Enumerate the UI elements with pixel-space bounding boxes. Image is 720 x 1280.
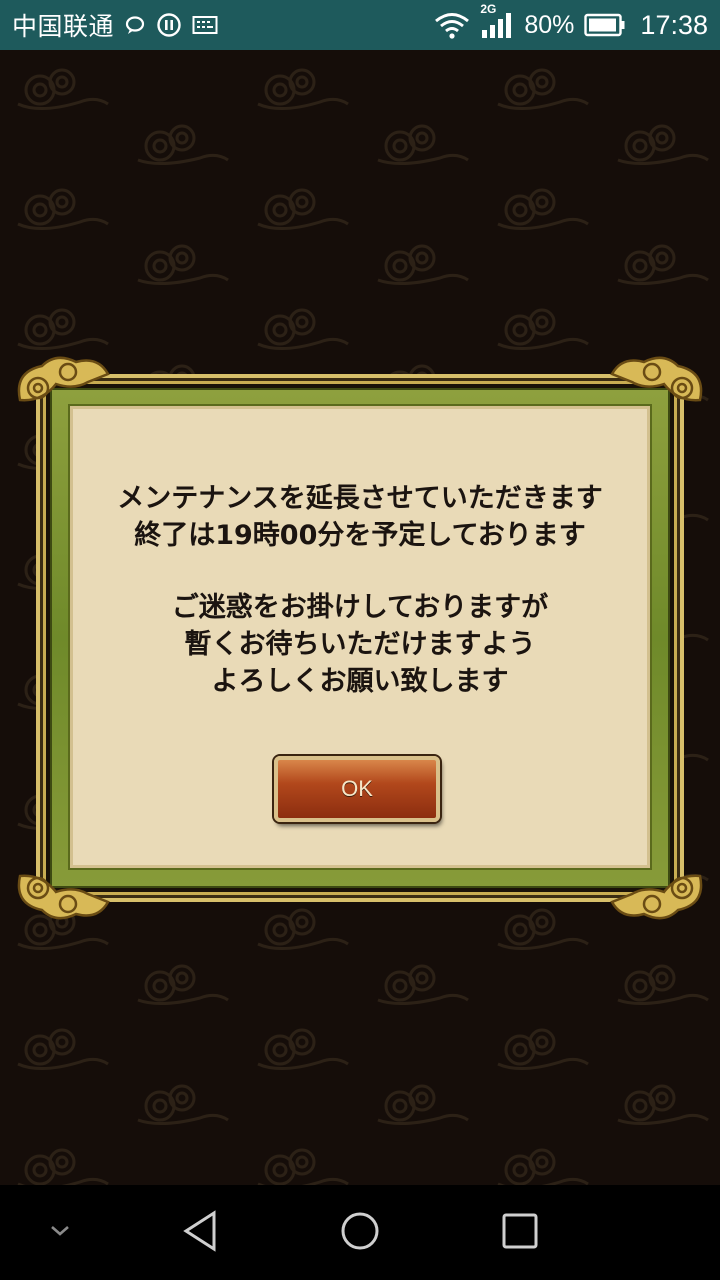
ok-button-label: OK: [341, 776, 373, 801]
phone-sync-icon: [156, 12, 182, 38]
home-icon[interactable]: [338, 1209, 382, 1253]
battery-icon: [584, 13, 626, 37]
signal-icon: 2G: [480, 2, 514, 40]
back-icon[interactable]: [180, 1209, 222, 1253]
battery-percent: 80%: [524, 10, 575, 39]
wifi-icon: [434, 11, 470, 39]
dialog-message: メンテナンスを延長させていただきます 終了は19時00分を予定しております ご迷…: [0, 480, 720, 700]
navigation-bar: [0, 1185, 720, 1280]
recents-icon[interactable]: [500, 1211, 540, 1251]
message-line: よろしくお願い致します: [211, 666, 509, 697]
ok-button[interactable]: OK: [274, 756, 440, 822]
corner-ornament-bottom-left: [12, 852, 122, 926]
chat-icon: [124, 14, 146, 36]
keyboard-icon: [192, 15, 218, 35]
corner-ornament-top-right: [598, 350, 708, 424]
corner-ornament-top-left: [12, 350, 122, 424]
message-line: 終了は19時00分を予定しております: [134, 520, 586, 551]
clock: 17:38: [640, 9, 708, 40]
message-line: メンテナンスを延長させていただきます: [117, 483, 603, 514]
collapse-chevron-icon[interactable]: [46, 1221, 74, 1241]
message-line: 暫くお待ちいただけますよう: [184, 629, 536, 660]
network-type-label: 2G: [480, 2, 497, 16]
corner-ornament-bottom-right: [598, 852, 708, 926]
carrier-name: 中国联通: [12, 13, 115, 41]
status-bar: 中国联通 2G 80% 17:38: [0, 0, 720, 50]
message-line: ご迷惑をお掛けしておりますが: [171, 592, 549, 623]
